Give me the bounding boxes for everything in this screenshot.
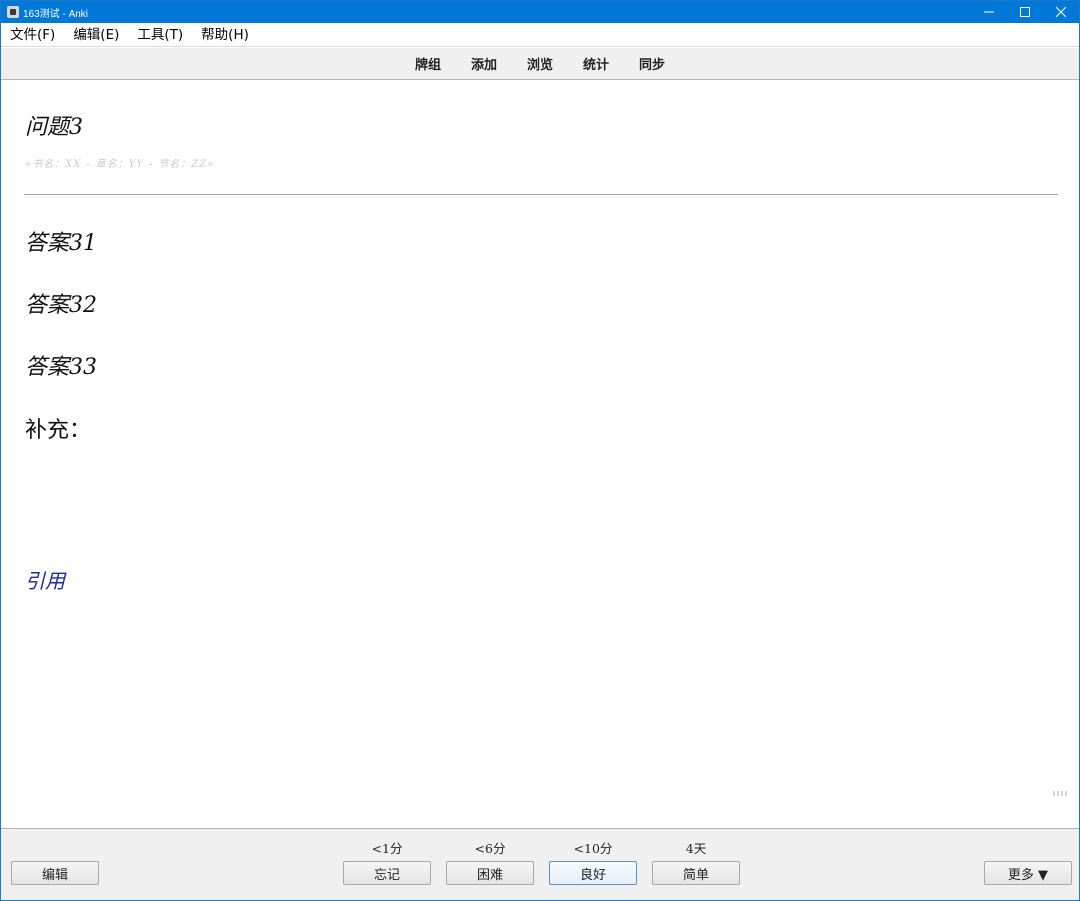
window-controls: [971, 1, 1079, 23]
menu-file[interactable]: 文件(F): [1, 23, 64, 47]
close-icon: [1056, 7, 1066, 17]
card-review-area: 问题3 «书名：XX – 章名：YY – 节名：ZZ» 答案31 答案32 答案…: [1, 81, 1079, 828]
main-toolbar: 牌组 添加 浏览 统计 同步: [1, 48, 1079, 80]
toolbar-browse-link[interactable]: 浏览: [527, 54, 553, 73]
card-answer-1: 答案31: [25, 231, 97, 256]
good-button[interactable]: 良好: [549, 861, 637, 885]
toolbar-sync-link[interactable]: 同步: [639, 54, 665, 73]
hard-button[interactable]: 困难: [446, 861, 534, 885]
card-supplement-label: 补充：: [25, 418, 92, 443]
more-button[interactable]: 更多 ▼: [984, 861, 1072, 885]
card-question: 问题3: [25, 115, 83, 140]
menu-bar: 文件(F) 编辑(E) 工具(T) 帮助(H): [1, 23, 1079, 47]
anki-app-icon: [7, 6, 19, 18]
interval-good: <10分: [573, 841, 613, 856]
card-answer-2: 答案32: [25, 293, 97, 318]
window-title: 163测试 - Anki: [23, 8, 89, 20]
menu-edit[interactable]: 编辑(E): [64, 23, 128, 47]
easy-button[interactable]: 简单: [652, 861, 740, 885]
toolbar-decks-link[interactable]: 牌组: [415, 54, 441, 73]
interval-easy: 4天: [685, 841, 707, 856]
close-button[interactable]: [1043, 1, 1079, 23]
maximize-icon: [1020, 7, 1030, 17]
interval-hard: <6分: [474, 841, 506, 856]
minimize-icon: [984, 11, 994, 13]
interval-again: <1分: [371, 841, 403, 856]
title-bar: 163测试 - Anki: [1, 1, 1079, 23]
toolbar-stats-link[interactable]: 统计: [583, 54, 609, 73]
card-answer-3: 答案33: [25, 355, 97, 380]
menu-help[interactable]: 帮助(H): [192, 23, 258, 47]
menu-tools[interactable]: 工具(T): [128, 23, 192, 47]
again-button[interactable]: 忘记: [343, 861, 431, 885]
minimize-button[interactable]: [971, 1, 1007, 23]
edit-button[interactable]: 编辑: [11, 861, 99, 885]
maximize-button[interactable]: [1007, 1, 1043, 23]
card-reference: 引用: [25, 569, 65, 593]
toolbar-add-link[interactable]: 添加: [471, 54, 497, 73]
review-bottom-bar: <1分 <6分 <10分 4天 编辑 忘记 困难 良好 简单 更多 ▼: [1, 828, 1079, 900]
resize-grip-icon[interactable]: [1053, 790, 1071, 796]
card-source-info: «书名：XX – 章名：YY – 节名：ZZ»: [25, 159, 215, 170]
answer-divider: [24, 194, 1058, 195]
